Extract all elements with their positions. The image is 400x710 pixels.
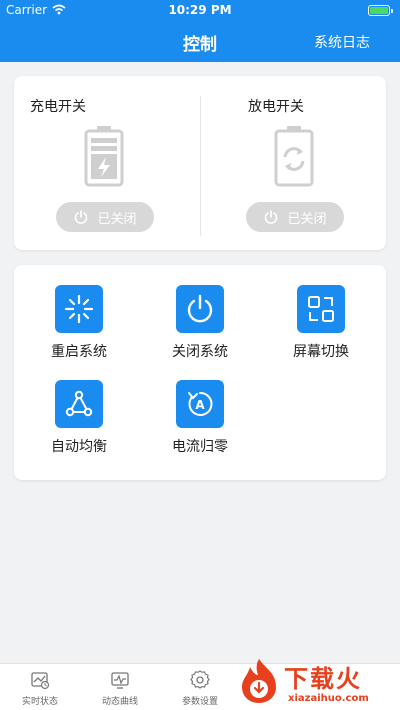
discharge-battery-icon [274,126,314,187]
status-bar: Carrier 10:29 PM [0,0,400,20]
current-reset-button[interactable]: A 电流归零 [145,380,255,456]
current-reset-label: 电流归零 [172,439,228,455]
realtime-status-icon [31,672,50,690]
shutdown-system-label: 关闭系统 [172,344,228,360]
screen-switch-tile [297,285,345,333]
power-icon [75,210,88,224]
restart-system-button[interactable]: 重启系统 [24,285,134,361]
auto-balance-tile [55,380,103,428]
tab-dynamic-curve[interactable]: 动态曲线 [80,670,160,707]
current-reset-icon: A [188,391,213,416]
discharge-switch-state: 已关闭 [287,211,327,227]
screen-switch-icon [308,296,334,322]
restart-system-label: 重启系统 [51,344,107,360]
auto-balance-icon [65,390,93,417]
system-log-button[interactable]: 系统日志 [314,32,370,52]
battery-status-icon [368,5,393,16]
restart-tile [55,285,103,333]
app-header: Carrier 10:29 PM 控制 系统日志 [0,0,400,62]
shutdown-system-button[interactable]: 关闭系统 [145,285,255,361]
gear-icon [190,670,210,689]
tab-dynamic-curve-label: 动态曲线 [101,697,138,707]
power-icon [187,294,213,323]
svg-text:A: A [195,398,205,412]
switch-card: 充电开关 已关闭 放电开关 已关闭 [14,76,386,250]
switch-divider [200,96,201,236]
watermark-domain: xiazaihuo.com [288,693,369,704]
shutdown-tile [176,285,224,333]
charge-switch-state: 已关闭 [97,211,137,227]
current-reset-tile: A [176,380,224,428]
restart-icon [64,294,94,324]
dynamic-curve-icon [111,672,129,689]
auto-balance-button[interactable]: 自动均衡 [24,380,134,456]
charge-battery-icon [84,126,124,187]
discharge-switch-label: 放电开关 [248,99,304,115]
tab-realtime-status-label: 实时状态 [21,697,58,707]
flame-logo-icon [242,659,276,703]
power-icon [265,210,278,224]
tab-parameter-settings[interactable]: 参数设置 [160,670,240,707]
tab-parameter-settings-label: 参数设置 [181,697,218,707]
watermark-logo: 下载火 xiazaihuo.com [232,655,400,710]
status-time: 10:29 PM [168,3,232,17]
auto-balance-label: 自动均衡 [51,439,107,455]
tab-realtime-status[interactable]: 实时状态 [0,670,80,707]
screen-switch-label: 屏幕切换 [293,344,349,360]
charge-switch-label: 充电开关 [30,99,86,115]
discharge-switch-button[interactable]: 已关闭 [246,202,344,232]
screen-switch-button[interactable]: 屏幕切换 [266,285,376,361]
charge-switch-button[interactable]: 已关闭 [56,202,154,232]
watermark-text: 下载火 [284,665,362,693]
actions-card: 重启系统 关闭系统 屏幕切换 自动均衡 A 电流归零 [14,265,386,480]
